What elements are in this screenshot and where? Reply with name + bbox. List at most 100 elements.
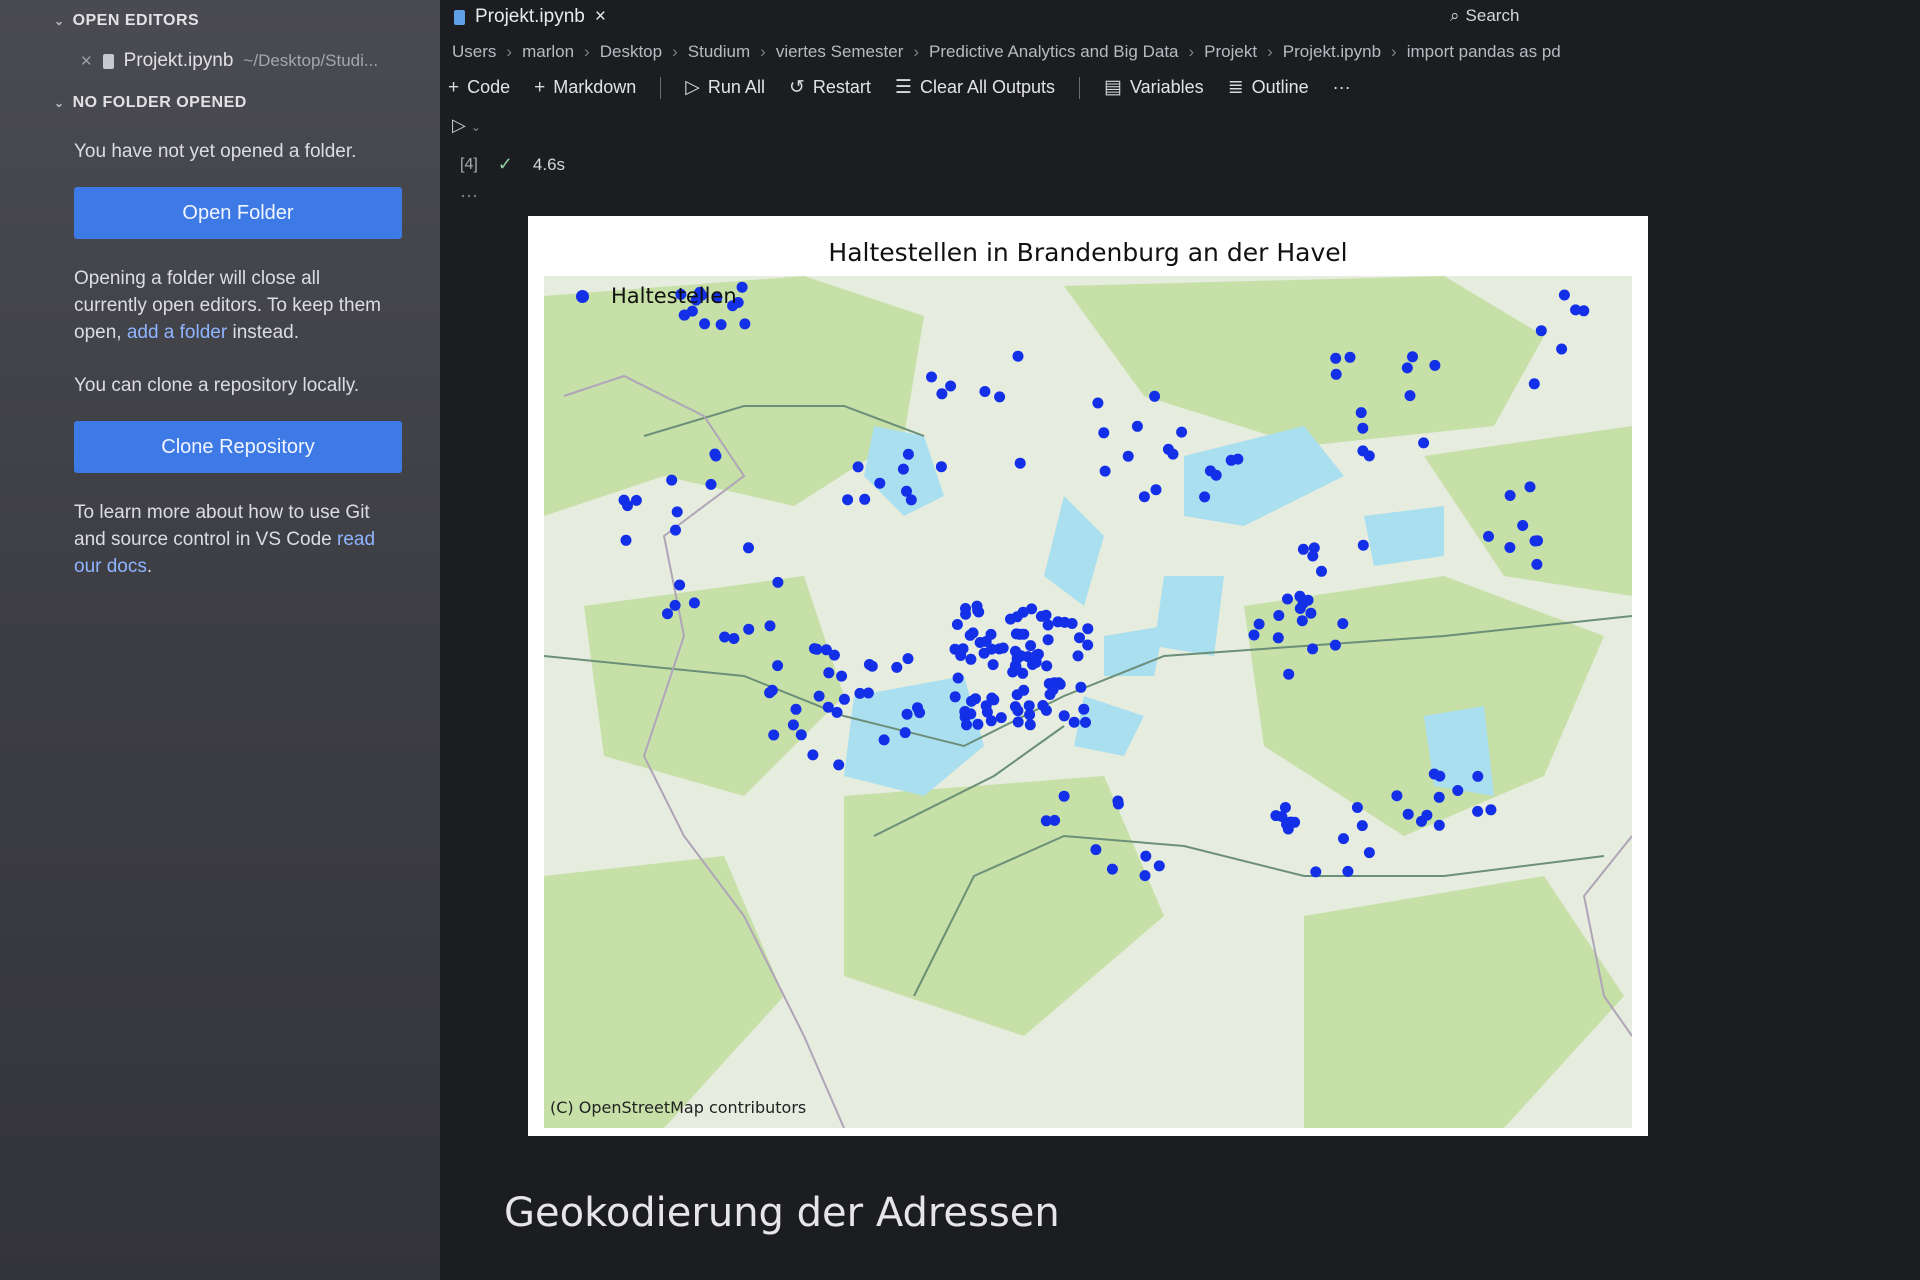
bus-stop-marker	[669, 599, 681, 611]
bus-stop-marker	[838, 693, 850, 705]
open-editor-item[interactable]: ✕ Projekt.ipynb ~/Desktop/Studi...	[80, 50, 414, 72]
bus-stop-marker	[1307, 643, 1319, 655]
bus-stop-marker	[965, 708, 977, 720]
bus-stop-marker	[1330, 368, 1342, 380]
bus-stop-marker	[891, 661, 903, 673]
bus-stop-marker	[1472, 770, 1484, 782]
add-code-cell-button[interactable]: + Code	[448, 77, 510, 99]
git-text-end: .	[146, 556, 153, 577]
breadcrumb-item[interactable]: viertes Semester	[776, 42, 904, 62]
bus-stop-marker	[945, 380, 957, 392]
breadcrumb-item[interactable]: Desktop	[600, 42, 662, 62]
run-cell-play-icon[interactable]: ▷	[452, 115, 466, 135]
bus-stop-marker	[1025, 640, 1037, 652]
bus-stop-marker	[951, 619, 963, 630]
bus-stop-marker	[961, 719, 972, 731]
explorer-sidebar: ⌄ OPEN EDITORS ✕ Projekt.ipynb ~/Desktop…	[0, 0, 440, 1280]
bus-stop-marker	[1035, 610, 1047, 622]
bus-stop-marker	[795, 729, 807, 741]
breadcrumb-item[interactable]: marlon	[522, 42, 574, 62]
bus-stop-marker	[768, 729, 780, 741]
breadcrumb-item[interactable]: Studium	[688, 42, 750, 62]
bus-stop-marker	[866, 660, 878, 672]
bus-stop-marker	[952, 672, 964, 684]
bus-stop-marker	[622, 500, 633, 512]
chevron-down-icon[interactable]: ⌄	[471, 120, 481, 134]
breadcrumb-item[interactable]: Predictive Analytics and Big Data	[929, 42, 1178, 62]
chevron-down-icon: ⌄	[54, 14, 65, 28]
close-icon[interactable]: ✕	[80, 52, 93, 70]
open-editors-header[interactable]: ⌄ OPEN EDITORS	[54, 12, 414, 30]
tab-projekt-ipynb[interactable]: Projekt.ipynb ×	[454, 6, 606, 28]
bus-stop-marker	[878, 734, 890, 746]
breadcrumb-item[interactable]: Projekt	[1204, 42, 1257, 62]
bus-stop-marker	[901, 485, 912, 497]
bus-stop-marker	[1351, 802, 1363, 813]
no-folder-header[interactable]: ⌄ NO FOLDER OPENED	[54, 94, 414, 112]
bus-stop-marker	[957, 643, 969, 655]
restart-icon: ↺	[788, 77, 805, 98]
toolbar-divider	[1079, 76, 1081, 99]
bus-stop-marker	[620, 534, 632, 546]
bus-stop-marker	[688, 597, 700, 609]
bus-stop-marker	[1273, 610, 1285, 621]
execution-count: [4]	[460, 155, 478, 173]
bus-stop-marker	[1099, 465, 1111, 477]
bus-stop-marker	[1024, 719, 1036, 731]
bus-stop-marker	[1282, 593, 1293, 605]
bus-stop-marker	[1138, 491, 1150, 503]
chevron-right-icon: ›	[760, 42, 766, 61]
bus-stop-marker	[823, 667, 835, 679]
bus-stop-marker	[710, 450, 722, 462]
bus-stop-marker	[1363, 847, 1375, 859]
bus-stop-marker	[974, 637, 986, 648]
open-editor-path: ~/Desktop/Studi...	[243, 51, 379, 70]
add-markdown-cell-button[interactable]: + Markdown	[534, 77, 636, 99]
breadcrumb-item[interactable]: Projekt.ipynb	[1283, 42, 1381, 62]
clear-all-outputs-button[interactable]: ☰ Clear All Outputs	[895, 76, 1055, 99]
search-label: Search	[1465, 6, 1520, 25]
clone-repository-button[interactable]: Clone Repository	[74, 421, 402, 473]
restart-button[interactable]: ↺ Restart	[789, 76, 871, 99]
bus-stop-marker	[1075, 681, 1087, 693]
chevron-right-icon: ›	[506, 42, 513, 61]
more-actions-button[interactable]: ···	[1333, 77, 1351, 98]
bus-stop-marker	[1344, 351, 1356, 363]
legend-label: Haltestellen	[611, 284, 737, 308]
bus-stop-marker	[1058, 710, 1070, 722]
bus-stop-marker	[1014, 457, 1026, 469]
cell-output-menu[interactable]: ···	[460, 185, 1920, 206]
bus-stop-marker	[1010, 645, 1021, 657]
bus-stop-marker	[1307, 550, 1319, 562]
bus-stop-marker	[772, 660, 784, 672]
bus-stop-marker	[1283, 668, 1295, 680]
add-folder-link[interactable]: add a folder	[127, 322, 227, 343]
bus-stop-marker	[1012, 716, 1024, 728]
clear-icon: ☰	[894, 77, 912, 98]
bus-stop-marker	[671, 506, 683, 518]
bus-stop-marker	[1485, 804, 1497, 816]
map-attribution: (C) OpenStreetMap contributors	[550, 1098, 807, 1117]
bus-stop-marker	[1402, 808, 1414, 820]
bus-stop-marker	[1253, 618, 1265, 630]
bus-stop-marker	[811, 643, 823, 655]
tab-close-icon[interactable]: ×	[595, 6, 606, 28]
bus-stop-marker	[1407, 351, 1418, 363]
git-note: To learn more about how to use Git and s…	[74, 499, 394, 580]
variables-button[interactable]: ▤ Variables	[1104, 76, 1204, 99]
breadcrumb-item[interactable]: import pandas as pd	[1407, 42, 1561, 62]
bus-stop-marker	[1524, 481, 1536, 493]
run-all-button[interactable]: ▷ Run All	[685, 76, 765, 99]
command-center-search[interactable]: ⌕ Search	[1450, 6, 1519, 26]
breadcrumb-item[interactable]: Users	[452, 42, 496, 62]
breadcrumb: Users › marlon › Desktop › Studium › viertes…	[440, 42, 1920, 62]
chevron-right-icon: ›	[584, 42, 590, 61]
run-cell-row: ▷ ⌄	[452, 115, 1920, 136]
open-folder-button[interactable]: Open Folder	[74, 187, 402, 239]
bus-stop-marker	[1342, 865, 1354, 877]
bus-stop-marker	[705, 478, 717, 490]
bus-stop-marker	[902, 448, 914, 460]
bus-stop-marker	[831, 706, 843, 718]
bus-stop-marker	[1329, 639, 1341, 651]
outline-button[interactable]: ≣ Outline	[1228, 76, 1309, 99]
